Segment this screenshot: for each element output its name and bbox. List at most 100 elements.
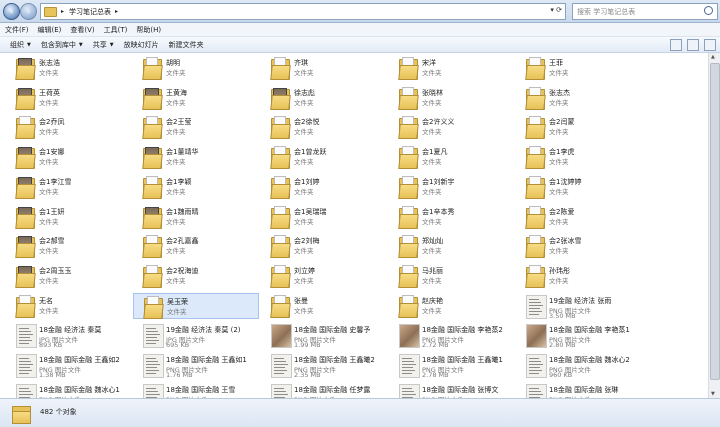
folder-item[interactable]: 会2周玉玉 文件夹 [6, 263, 132, 289]
file-item[interactable]: 18金融 国际金融 张博文PNG 图片文件1.80 MB [389, 382, 515, 398]
folder-item[interactable]: 会1魏雨晴 文件夹 [133, 204, 259, 230]
image-thumbnail-icon [16, 354, 37, 378]
file-item[interactable]: 18金融 国际金融 王鑫曦1 PNG 图片文件 2.78 MB [389, 352, 515, 379]
folder-item[interactable]: 赵庆艳 文件夹 [389, 293, 515, 319]
folder-item[interactable]: 胡明 文件夹 [133, 55, 259, 81]
slideshow-button[interactable]: 放映幻灯片 [124, 40, 159, 50]
item-type: 文件夹 [166, 187, 186, 196]
folder-item[interactable]: 会1辛本秀 文件夹 [389, 204, 515, 230]
file-item[interactable]: 18金融 国际金融 魏冰心2 PNG 图片文件 960 KB [516, 352, 642, 379]
folder-icon [15, 235, 36, 259]
file-item[interactable]: 18金融 国际金融 李艳蒸2 PNG 图片文件 2.72 MB [389, 322, 515, 349]
search-placeholder: 搜索 学习笔记总表 [577, 7, 636, 16]
item-type: 文件夹 [167, 307, 187, 316]
chevron-right-icon[interactable]: ▸ [61, 8, 64, 15]
scroll-up-icon[interactable]: ▲ [711, 54, 715, 60]
menu-file[interactable]: 文件(F) [5, 25, 29, 35]
item-type: 文件夹 [166, 128, 186, 137]
include-in-library-button[interactable]: 包含到库中 ▼ [41, 40, 83, 50]
file-item[interactable]: 18金融 国际金融 张琳PNG 图片文件1.44 MB [516, 382, 642, 398]
file-item[interactable]: 18金融 国际金融 王鑫曦2 PNG 图片文件 2.35 MB [261, 352, 387, 379]
folder-item[interactable]: 会2陈爱 文件夹 [516, 204, 642, 230]
scroll-thumb[interactable] [710, 63, 720, 380]
folder-item[interactable]: 会1安娜 文件夹 [6, 144, 132, 170]
folder-item[interactable]: 张志浩 文件夹 [6, 55, 132, 81]
folder-icon [398, 235, 419, 259]
folder-item[interactable]: 王菲 文件夹 [516, 55, 642, 81]
folder-item[interactable]: 会2刘梅 文件夹 [261, 233, 387, 259]
folder-icon [270, 294, 291, 318]
menu-tools[interactable]: 工具(T) [104, 25, 128, 35]
file-item[interactable]: 18金融 国际金融 王鑫如1 PNG 图片文件 1.76 MB [133, 352, 259, 379]
breadcrumb-item[interactable]: 学习笔记总表 [69, 7, 111, 17]
folder-item[interactable]: 会1王妍 文件夹 [6, 204, 132, 230]
menu-view[interactable]: 查看(V) [70, 25, 94, 35]
menu-edit[interactable]: 编辑(E) [38, 25, 62, 35]
folder-item[interactable]: 会1曾龙跃 文件夹 [261, 144, 387, 170]
chevron-right-icon[interactable]: ▸ [115, 8, 118, 15]
organize-button[interactable]: 组织 ▼ [10, 40, 31, 50]
item-type: 文件夹 [422, 247, 442, 256]
folder-item[interactable]: 会1李颖 文件夹 [133, 174, 259, 200]
path-field[interactable]: ▸ 学习笔记总表 ▸ ▾ ⟳ [40, 3, 566, 20]
help-icon[interactable] [704, 39, 716, 51]
file-item[interactable]: 18金融 国际金融 王鑫如2 PNG 图片文件 1.38 MB [6, 352, 132, 379]
back-button[interactable]: ‹ [3, 3, 20, 20]
menu-help[interactable]: 帮助(H) [136, 25, 161, 35]
file-item[interactable]: 18金融 经济法 秦莫 JPG 图片文件 893 KB [6, 322, 132, 349]
folder-item[interactable]: 郑灿灿 文件夹 [389, 233, 515, 259]
file-item[interactable]: 18金融 国际金融 魏冰心1PNG 图片文件910 KB [6, 382, 132, 398]
folder-item[interactable]: 会2孔嘉鑫 文件夹 [133, 233, 259, 259]
file-item[interactable]: 18金融 国际金融 任梦露PNG 图片文件2.33 MB [261, 382, 387, 398]
folder-item[interactable]: 会2郝雪 文件夹 [6, 233, 132, 259]
file-item[interactable]: 18金融 国际金融 王雪PNG 图片文件1.81 MB [133, 382, 259, 398]
folder-item[interactable]: 会2张冰雪 文件夹 [516, 233, 642, 259]
folder-item[interactable]: 会1刘新宇 文件夹 [389, 174, 515, 200]
folder-item[interactable]: 会2闫蒙 文件夹 [516, 114, 642, 140]
folder-icon [525, 205, 546, 229]
folder-item[interactable]: 会1李江雪 文件夹 [6, 174, 132, 200]
new-folder-button[interactable]: 新建文件夹 [169, 40, 204, 50]
folder-item[interactable]: 会1李虎 文件夹 [516, 144, 642, 170]
folder-item[interactable]: 会1董靖华 文件夹 [133, 144, 259, 170]
file-item[interactable]: 18金融 国际金融 史馨予 PNG 图片文件 1.99 MB [261, 322, 387, 349]
file-item[interactable]: 18金融 国际金融 李艳蒸1 PNG 图片文件 2.80 MB [516, 322, 642, 349]
file-item[interactable]: 19金融 经济法 张雨 PNG 图片文件 3.50 MB [516, 293, 642, 320]
share-button[interactable]: 共享 ▼ [93, 40, 114, 50]
folder-item[interactable]: 会2祝海迪 文件夹 [133, 263, 259, 289]
folder-item[interactable]: 会2许义义 文件夹 [389, 114, 515, 140]
folder-icon [525, 235, 546, 259]
folder-item[interactable]: 孙玮彤 文件夹 [516, 263, 642, 289]
folder-item[interactable]: 吴玉荣 文件夹 [133, 292, 259, 319]
folder-item[interactable]: 会1沈婷婷 文件夹 [516, 174, 642, 200]
file-item[interactable]: 19金融 经济法 秦莫 (2) JPG 图片文件 695 KB [133, 322, 259, 349]
folder-item[interactable]: 会2乔凤 文件夹 [6, 114, 132, 140]
image-thumbnail-icon [399, 324, 420, 349]
forward-button[interactable]: › [20, 3, 37, 20]
folder-item[interactable]: 张志杰 文件夹 [516, 85, 642, 111]
folder-item[interactable]: 张晓林 文件夹 [389, 85, 515, 111]
folder-item[interactable]: 王黄海 文件夹 [133, 85, 259, 111]
scroll-down-icon[interactable]: ▼ [711, 391, 715, 397]
preview-pane-icon[interactable] [687, 39, 699, 51]
folder-item[interactable]: 张曼 文件夹 [261, 293, 387, 319]
folder-item[interactable]: 会1吴瑞瑞 文件夹 [261, 204, 387, 230]
view-options-icon[interactable] [670, 39, 682, 51]
folder-item[interactable]: 齐琪 文件夹 [261, 55, 387, 81]
folder-item[interactable]: 会1夏凡 文件夹 [389, 144, 515, 170]
image-thumbnail-icon [526, 294, 547, 319]
folder-item[interactable]: 无名 文件夹 [6, 293, 132, 319]
folder-item[interactable]: 刘立婷 文件夹 [261, 263, 387, 289]
folder-item[interactable]: 宋洋 文件夹 [389, 55, 515, 81]
folder-item[interactable]: 会2徐悦 文件夹 [261, 114, 387, 140]
folder-icon [142, 235, 163, 259]
refresh-icon[interactable]: ▾ ⟳ [550, 6, 562, 14]
item-type: 文件夹 [294, 187, 314, 196]
folder-item[interactable]: 徐志彪 文件夹 [261, 85, 387, 111]
search-input[interactable]: 搜索 学习笔记总表 [572, 3, 718, 20]
folder-item[interactable]: 会2王莹 文件夹 [133, 114, 259, 140]
folder-item[interactable]: 王荷英 文件夹 [6, 85, 132, 111]
folder-item[interactable]: 马兆丽 文件夹 [389, 263, 515, 289]
vertical-scrollbar[interactable]: ▲ ▼ [708, 53, 720, 398]
folder-item[interactable]: 会1刘婷 文件夹 [261, 174, 387, 200]
